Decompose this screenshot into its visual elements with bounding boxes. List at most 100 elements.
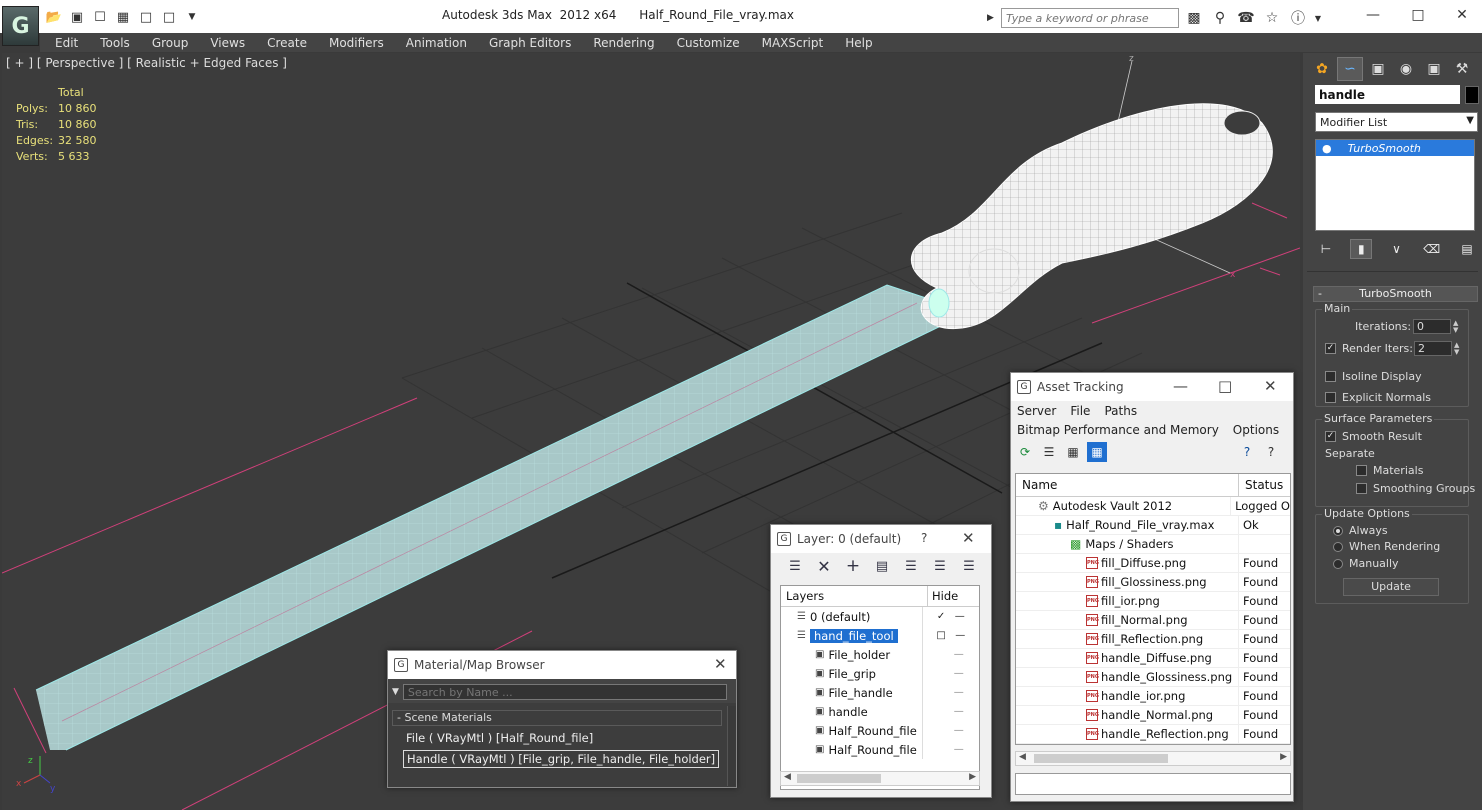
layer-row[interactable]: ▣ Half_Round_file — bbox=[781, 740, 979, 759]
new-file-icon[interactable]: ☐ bbox=[90, 7, 110, 27]
layer-row[interactable]: ☰ hand_file_tool □ — bbox=[781, 626, 979, 645]
object-name-field[interactable] bbox=[1315, 85, 1460, 104]
scroll-left-icon[interactable]: ◀ bbox=[1019, 752, 1026, 762]
hide-toggle[interactable]: — bbox=[921, 645, 979, 664]
col-hide[interactable]: Hide bbox=[927, 586, 962, 606]
material-item-handle[interactable]: Handle ( VRayMtl ) [File_grip, File_hand… bbox=[403, 750, 719, 768]
menu-help[interactable]: Help bbox=[845, 36, 872, 50]
layer-row[interactable]: ☰ 0 (default) ✓ — bbox=[781, 607, 979, 626]
asset-row[interactable]: PNG fill_ior.png Found bbox=[1016, 592, 1290, 611]
modify-tab-icon[interactable]: ∽ bbox=[1337, 57, 1363, 81]
help-icon[interactable]: ? bbox=[1237, 442, 1257, 462]
asset-status-field[interactable] bbox=[1015, 773, 1291, 795]
asset-row[interactable]: ⚙ Autodesk Vault 2012 Logged O bbox=[1016, 497, 1290, 516]
material-search-input[interactable] bbox=[402, 684, 727, 700]
display-tab-icon[interactable]: ▣ bbox=[1421, 57, 1447, 81]
menu-views[interactable]: Views bbox=[210, 36, 245, 50]
handle-mesh[interactable] bbox=[910, 103, 1273, 330]
layer-row[interactable]: ▣ Half_Round_file — bbox=[781, 721, 979, 740]
menu-file[interactable]: File bbox=[1070, 404, 1090, 418]
expand-arrow-icon[interactable]: ▶ bbox=[987, 8, 997, 28]
app-logo[interactable]: G bbox=[2, 6, 39, 46]
spinner-arrows-icon[interactable]: ▲ ▼ bbox=[1454, 341, 1464, 356]
remove-modifier-icon[interactable]: ⌫ bbox=[1421, 239, 1443, 259]
spinner-arrows-icon[interactable]: ▲ ▼ bbox=[1453, 319, 1463, 334]
keyword-search-input[interactable] bbox=[1001, 8, 1179, 28]
turbosmooth-rollout-header[interactable]: - TurboSmooth bbox=[1313, 286, 1478, 302]
asset-row[interactable]: ▩ Maps / Shaders bbox=[1016, 535, 1290, 554]
highlight-layer-icon[interactable]: ☰ bbox=[901, 556, 921, 576]
pin-stack-icon[interactable]: ⊢ bbox=[1315, 239, 1337, 259]
scroll-right-icon[interactable]: ▶ bbox=[1280, 752, 1287, 762]
open-file-icon[interactable]: 📂 bbox=[44, 7, 64, 27]
list-view-icon[interactable]: ☰ bbox=[1039, 442, 1059, 462]
hide-toggle[interactable]: — bbox=[921, 721, 979, 740]
menu-group[interactable]: Group bbox=[152, 36, 189, 50]
lightbulb-icon[interactable]: ● bbox=[1322, 142, 1332, 155]
hide-toggle[interactable]: — bbox=[921, 702, 979, 721]
help-icon[interactable]: ? bbox=[921, 531, 927, 545]
help-icon[interactable]: ⓘ bbox=[1287, 8, 1309, 28]
asset-row[interactable]: PNG fill_Glossiness.png Found bbox=[1016, 573, 1290, 592]
menu-rendering[interactable]: Rendering bbox=[593, 36, 654, 50]
col-status[interactable]: Status bbox=[1239, 474, 1289, 496]
menu-server[interactable]: Server bbox=[1017, 404, 1056, 418]
layer-titlebar[interactable]: G Layer: 0 (default) ? ✕ bbox=[771, 525, 991, 553]
asset-hscrollbar[interactable]: ◀ ▶ bbox=[1015, 751, 1291, 766]
minimize-icon[interactable]: — bbox=[1353, 4, 1393, 26]
material-item-file[interactable]: File ( VRayMtl ) [Half_Round_file] bbox=[403, 730, 719, 748]
undo-icon[interactable]: □ bbox=[159, 7, 179, 27]
asset-row[interactable]: PNG handle_Glossiness.png Found bbox=[1016, 668, 1290, 687]
separate-smoothing-groups-checkbox[interactable] bbox=[1356, 483, 1367, 494]
hide-toggle[interactable]: — bbox=[921, 664, 979, 683]
col-name[interactable]: Name bbox=[1016, 474, 1239, 496]
scroll-thumb[interactable] bbox=[797, 774, 881, 783]
minimize-icon[interactable]: — bbox=[1173, 377, 1188, 395]
material-vscrollbar[interactable] bbox=[727, 706, 736, 786]
refresh-icon[interactable]: ⟳ bbox=[1015, 442, 1035, 462]
add-to-layer-icon[interactable]: + bbox=[843, 556, 863, 576]
show-end-result-icon[interactable]: ▮ bbox=[1350, 239, 1373, 259]
menu-tools[interactable]: Tools bbox=[100, 36, 130, 50]
viewport-label[interactable]: [ + ] [ Perspective ] [ Realistic + Edge… bbox=[6, 56, 287, 70]
delete-layer-icon[interactable]: ✕ bbox=[814, 556, 834, 576]
asset-row[interactable]: ▪ Half_Round_File_vray.max Ok bbox=[1016, 516, 1290, 535]
close-icon[interactable]: ✕ bbox=[1442, 4, 1482, 26]
project-folder-icon[interactable]: ▦ bbox=[113, 7, 133, 27]
maximize-icon[interactable]: □ bbox=[1218, 377, 1232, 395]
close-icon[interactable]: ✕ bbox=[1264, 377, 1277, 395]
active-check-icon[interactable]: ✓ — bbox=[921, 607, 979, 626]
always-radio[interactable] bbox=[1333, 525, 1343, 536]
menu-edit[interactable]: Edit bbox=[55, 36, 78, 50]
stack-item-turbosmooth[interactable]: ● TurboSmooth bbox=[1316, 140, 1474, 156]
table-view-icon[interactable]: ▦ bbox=[1087, 442, 1107, 462]
menu-graph-editors[interactable]: Graph Editors bbox=[489, 36, 571, 50]
layer-hscrollbar[interactable]: ◀ ▶ bbox=[780, 771, 980, 786]
menu-bitmap-performance[interactable]: Bitmap Performance and Memory bbox=[1017, 423, 1219, 437]
asset-row[interactable]: PNG fill_Reflection.png Found bbox=[1016, 630, 1290, 649]
communication-icon[interactable]: ☎ bbox=[1235, 8, 1257, 28]
context-help-icon[interactable]: ? bbox=[1261, 442, 1281, 462]
make-unique-icon[interactable]: ∨ bbox=[1386, 239, 1408, 259]
thumbnail-view-icon[interactable]: ▦ bbox=[1063, 442, 1083, 462]
hide-toggle[interactable]: □ — bbox=[921, 626, 979, 645]
menu-animation[interactable]: Animation bbox=[406, 36, 467, 50]
menu-modifiers[interactable]: Modifiers bbox=[329, 36, 384, 50]
binoculars-icon[interactable]: ▩ bbox=[1183, 8, 1205, 28]
iterations-spinner[interactable]: 0 bbox=[1413, 319, 1451, 334]
hide-all-icon[interactable]: ☰ bbox=[930, 556, 950, 576]
scene-materials-group[interactable]: - Scene Materials bbox=[392, 710, 722, 726]
hierarchy-tab-icon[interactable]: ▣ bbox=[1365, 57, 1391, 81]
explicit-normals-checkbox[interactable] bbox=[1325, 392, 1336, 403]
asset-row[interactable]: PNG handle_ior.png Found bbox=[1016, 687, 1290, 706]
asset-row[interactable]: PNG handle_Normal.png Found bbox=[1016, 706, 1290, 725]
render-iters-checkbox[interactable]: ✓ bbox=[1325, 343, 1336, 354]
close-icon[interactable]: ✕ bbox=[962, 529, 975, 547]
manually-radio[interactable] bbox=[1333, 558, 1343, 569]
separate-materials-checkbox[interactable] bbox=[1356, 465, 1367, 476]
render-iters-spinner[interactable]: 2 bbox=[1414, 341, 1452, 356]
menu-customize[interactable]: Customize bbox=[677, 36, 740, 50]
create-layer-icon[interactable]: ☰ bbox=[785, 556, 805, 576]
asset-row[interactable]: PNG fill_Normal.png Found bbox=[1016, 611, 1290, 630]
scroll-left-icon[interactable]: ◀ bbox=[784, 772, 791, 782]
